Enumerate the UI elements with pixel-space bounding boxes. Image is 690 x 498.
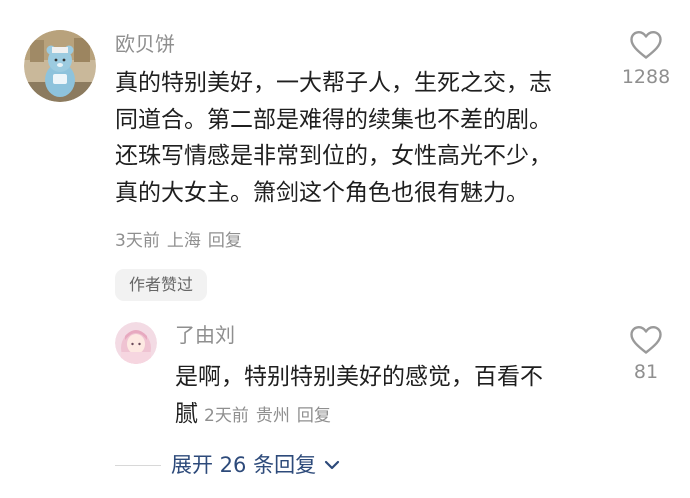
reply-time: 2天前	[204, 405, 249, 426]
chevron-down-icon	[324, 460, 340, 470]
comment-meta: 3天前 上海 回复	[115, 231, 249, 251]
expand-divider	[115, 464, 161, 466]
expand-replies-label[interactable]: 展开 26 条回复	[171, 452, 316, 478]
comment-time: 3天前	[115, 231, 160, 251]
reply-body: 是啊，特别特别美好的感觉，百看不 腻 2天前 贵州 回复	[175, 359, 543, 432]
like-count: 1288	[621, 66, 671, 88]
reply-avatar[interactable]	[115, 322, 157, 364]
avatar-image	[24, 30, 96, 102]
comment-line: 同道合。第二部是难得的续集也不差的剧。	[115, 106, 552, 133]
reply-button[interactable]: 回复	[208, 231, 242, 251]
reply-line: 是啊，特别特别美好的感觉，百看不	[175, 364, 543, 390]
commenter-avatar[interactable]	[24, 30, 96, 102]
reply-username[interactable]: 了由刘	[175, 323, 235, 347]
expand-replies[interactable]: 展开 26 条回复	[115, 452, 340, 478]
comment-body: 真的特别美好，一大帮子人，生死之交，志 同道合。第二部是难得的续集也不差的剧。 …	[115, 65, 552, 211]
like-button[interactable]: 1288	[612, 30, 680, 88]
reply-like-button[interactable]: 81	[612, 325, 680, 383]
heart-outline-icon	[630, 326, 662, 354]
reply-button[interactable]: 回复	[297, 406, 331, 426]
reply-location: 贵州	[255, 405, 290, 426]
reply-like-count: 81	[633, 361, 659, 383]
reply-line-with-meta: 腻 2天前 贵州 回复	[175, 396, 543, 433]
reply-meta: 2天前 贵州 回复	[204, 406, 338, 426]
comment-line: 真的大女主。箫剑这个角色也很有魅力。	[115, 179, 529, 206]
reply-line: 腻	[175, 400, 198, 427]
commenter-username[interactable]: 欧贝饼	[115, 32, 175, 56]
author-liked-badge: 作者赞过	[115, 269, 207, 301]
comment-location: 上海	[166, 231, 201, 251]
comment-line: 真的特别美好，一大帮子人，生死之交，志	[115, 70, 552, 96]
heart-outline-icon	[630, 31, 662, 59]
avatar-image	[115, 322, 157, 364]
comment-line: 还珠写情感是非常到位的，女性高光不少，	[115, 143, 552, 169]
